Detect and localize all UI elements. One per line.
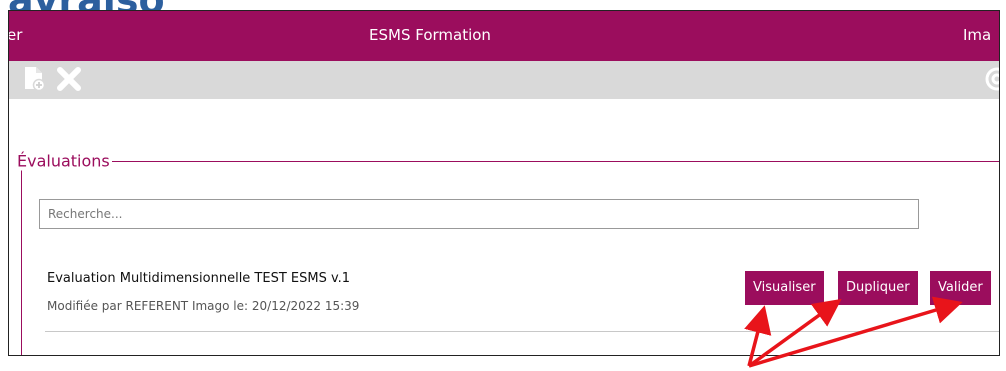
valider-button[interactable]: Valider: [930, 271, 991, 305]
topbar-left-text[interactable]: er: [9, 26, 22, 44]
app-window: er ESMS Formation Ima Évaluations Recher…: [8, 10, 1000, 356]
toolbar: [9, 61, 999, 99]
visualiser-button[interactable]: Visualiser: [745, 271, 824, 305]
evaluation-title: Evaluation Multidimensionnelle TEST ESMS…: [47, 271, 351, 286]
topbar-right-text[interactable]: Ima: [963, 26, 991, 44]
top-bar: er ESMS Formation Ima: [9, 11, 999, 61]
at-icon[interactable]: [983, 65, 999, 97]
dupliquer-button[interactable]: Dupliquer: [838, 271, 918, 305]
list-divider: [45, 331, 999, 332]
page-title: ESMS Formation: [369, 26, 491, 44]
delete-icon[interactable]: [55, 65, 83, 97]
evaluations-fieldset: [21, 161, 999, 355]
evaluation-meta: Modifiée par REFERENT Imago le: 20/12/20…: [47, 299, 360, 313]
section-legend: Évaluations: [15, 151, 112, 171]
search-input[interactable]: [39, 199, 919, 229]
new-document-icon[interactable]: [23, 65, 46, 95]
